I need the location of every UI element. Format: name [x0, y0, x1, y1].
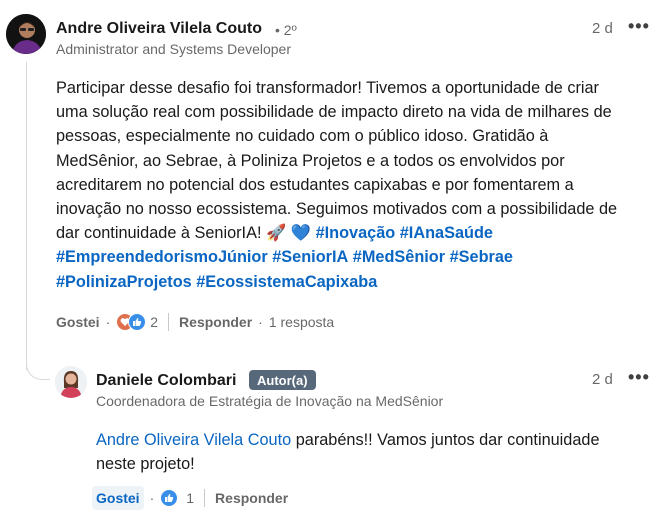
actions-divider	[204, 489, 206, 507]
separator-dot: ·	[149, 490, 155, 506]
reaction-count: 2	[150, 314, 159, 330]
reply-line: neste projeto!	[96, 455, 195, 474]
reply-author-headline: Coordenadora de Estratégia de Inovação n…	[96, 393, 444, 409]
comment-actions: Gostei · 2 Responder · 1 resposta	[56, 312, 334, 332]
comment-body: Participar desse desafio foi transformad…	[56, 76, 656, 294]
actions-divider	[168, 313, 170, 331]
profile-photo-icon	[6, 14, 46, 54]
reply-button[interactable]: Responder	[179, 312, 252, 332]
connection-degree: • 2º	[275, 22, 297, 38]
comment-line: inovação no nosso ecossistema. Seguimos …	[56, 200, 618, 219]
avatar[interactable]	[6, 14, 46, 54]
hashtag-link[interactable]: #SeniorIA	[272, 248, 348, 266]
comment-line: acreditarem no potencial dos estudantes …	[56, 175, 574, 194]
thread-line	[26, 62, 27, 370]
like-icon	[160, 489, 179, 507]
hashtag-link[interactable]: #PolinizaProjetos	[56, 273, 192, 291]
reply-button[interactable]: Responder	[215, 488, 288, 508]
comment-line-text: dar continuidade à SeniorIA! 🚀 💙	[56, 224, 316, 243]
reply-body: Andre Oliveira Vilela Couto parabéns!! V…	[96, 428, 656, 476]
hashtag-link[interactable]: #EcossistemaCapixaba	[196, 273, 377, 291]
comment-line: pessoas, especialmente no cuidado com o …	[56, 127, 549, 146]
thread-connector	[26, 340, 50, 380]
like-icon	[128, 313, 147, 331]
comment-line: dar continuidade à SeniorIA! 🚀 💙 #Inovaç…	[56, 221, 656, 245]
mention-link[interactable]: Andre Oliveira Vilela Couto	[96, 431, 291, 449]
replies-count-link[interactable]: 1 resposta	[269, 314, 334, 330]
comment-line: #PolinizaProjetos #EcossistemaCapixaba	[56, 270, 656, 294]
like-button[interactable]: Gostei	[92, 486, 144, 510]
author-badge: Autor(a)	[249, 370, 316, 390]
separator-dot: ·	[105, 314, 111, 330]
reply-actions: Gostei · 1 Responder	[92, 486, 288, 510]
hashtag-link[interactable]: #Inovação	[316, 224, 396, 242]
reply-line: Andre Oliveira Vilela Couto parabéns!! V…	[96, 428, 656, 452]
reaction-count: 1	[186, 490, 195, 506]
comment-line: MedSênior, ao Sebrae, à Poliniza Projeto…	[56, 151, 565, 170]
reply-timestamp: 2 d	[592, 371, 613, 388]
like-button[interactable]: Gostei	[56, 312, 100, 332]
avatar[interactable]	[55, 366, 87, 398]
separator-dot: ·	[258, 314, 263, 330]
more-options-icon[interactable]: •••	[628, 16, 650, 37]
comment-line: Participar desse desafio foi transformad…	[56, 79, 599, 97]
reactions-summary[interactable]: 1	[160, 489, 194, 507]
reactions-summary[interactable]: 2	[116, 313, 158, 331]
hashtag-link[interactable]: #Sebrae	[450, 248, 513, 266]
reply-author-name[interactable]: Daniele Colombari	[96, 372, 236, 390]
comment-timestamp: 2 d	[592, 20, 613, 37]
hashtag-link[interactable]: #EmpreendedorismoJúnior	[56, 248, 268, 266]
more-options-icon[interactable]: •••	[628, 367, 650, 388]
reply-text: parabéns!! Vamos juntos dar continuidade	[291, 431, 600, 449]
author-headline: Administrator and Systems Developer	[56, 41, 291, 57]
hashtag-link[interactable]: #MedSênior	[353, 248, 445, 266]
hashtag-link[interactable]: #IAnaSaúde	[400, 224, 493, 242]
comment-line: #EmpreendedorismoJúnior #SeniorIA #MedSê…	[56, 245, 656, 269]
profile-photo-icon	[55, 366, 87, 398]
comment-line: uma solução real com possibilidade de im…	[56, 103, 612, 122]
comment-author-name[interactable]: Andre Oliveira Vilela Couto	[56, 20, 262, 38]
